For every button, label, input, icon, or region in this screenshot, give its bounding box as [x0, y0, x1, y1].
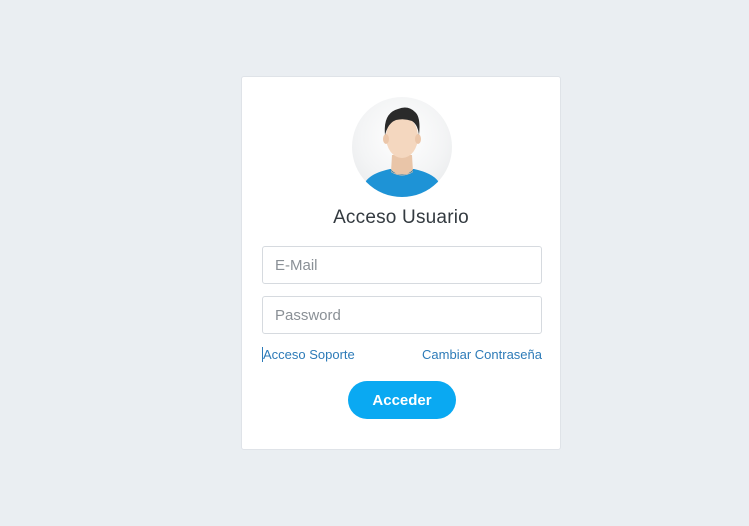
login-links: Acceso Soporte Cambiar Contraseña — [262, 347, 542, 365]
support-access-link[interactable]: Acceso Soporte — [262, 347, 355, 362]
login-card: Acceso Usuario Acceso Soporte Cambiar Co… — [241, 76, 561, 450]
login-button[interactable]: Acceder — [348, 381, 456, 419]
change-password-link[interactable]: Cambiar Contraseña — [422, 347, 542, 362]
password-field[interactable] — [262, 296, 542, 334]
email-field[interactable] — [262, 246, 542, 284]
page-title: Acceso Usuario — [333, 207, 469, 228]
user-avatar-icon — [352, 97, 452, 197]
